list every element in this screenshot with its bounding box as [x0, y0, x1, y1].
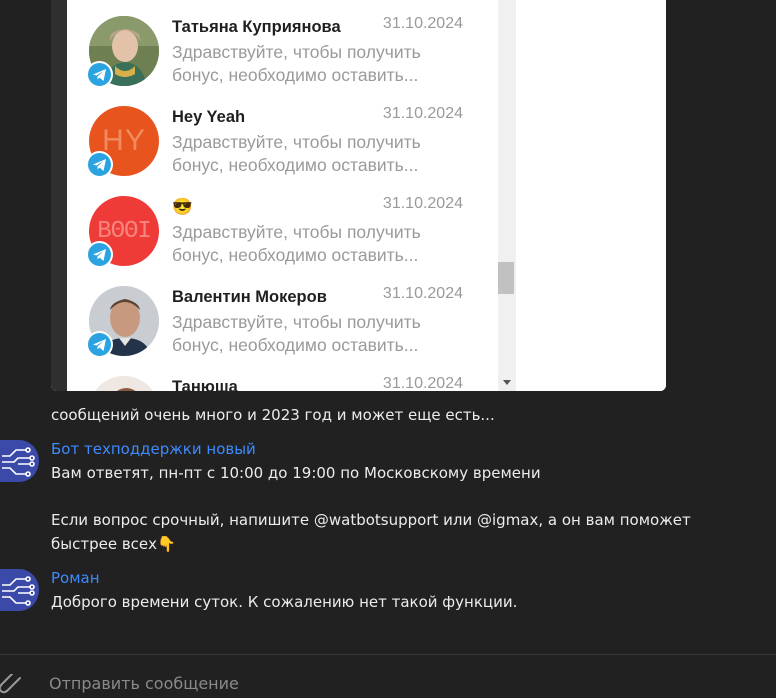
- chat-date: 31.10.2024: [382, 15, 463, 32]
- message-text: Доброго времени суток. К сожалению нет т…: [51, 593, 518, 611]
- composer-divider: [0, 654, 776, 655]
- chat-name: Татьяна Куприянова: [172, 18, 341, 36]
- avatar-initials: ΒΘΘΙ: [97, 217, 152, 245]
- telegram-icon: [86, 331, 113, 358]
- chat-list-item: ΒΘΘΙ 😎 31.10.2024 Здравствуйте, чтобы по…: [67, 180, 498, 270]
- bot-avatar[interactable]: [0, 440, 39, 482]
- chat-name: 😎: [172, 198, 193, 216]
- chat-list-item: HY Hey Yeah 31.10.2024 Здравствуйте, что…: [67, 90, 498, 180]
- telegram-icon: [86, 151, 113, 178]
- scrollbar[interactable]: [498, 0, 516, 391]
- chat-preview: Здравствуйте, чтобы получить бонус, необ…: [172, 312, 421, 355]
- chat-list-item: Татьяна Куприянова 31.10.2024 Здравствуй…: [67, 0, 498, 90]
- scrollbar-thumb[interactable]: [498, 262, 514, 294]
- chat-date: 31.10.2024: [382, 375, 463, 391]
- paperclip-icon[interactable]: [0, 673, 24, 694]
- user-avatar[interactable]: [0, 569, 39, 611]
- chat-name: Валентин Мокеров: [172, 288, 327, 306]
- message-input[interactable]: [49, 674, 649, 693]
- chat-preview: Здравствуйте, чтобы получить бонус, необ…: [172, 132, 421, 175]
- chat-date: 31.10.2024: [382, 195, 463, 212]
- scroll-down-arrow-icon[interactable]: [503, 380, 511, 385]
- telegram-icon: [86, 241, 113, 268]
- bot-circuit-icon: [2, 447, 35, 477]
- message-text: Вам ответят, пн-пт с 10:00 до 19:00 по М…: [51, 464, 541, 482]
- message-author[interactable]: Роман: [51, 569, 100, 587]
- avatar-initials: HY: [102, 124, 146, 157]
- screenshot-dark-sidebar: [51, 0, 67, 391]
- message-text: быстрее всех👇: [51, 535, 176, 553]
- avatar: [89, 376, 159, 391]
- chat-name: Танюша: [172, 378, 238, 391]
- chat-list-item: Валентин Мокеров 31.10.2024 Здравствуйте…: [67, 270, 498, 360]
- attached-screenshot[interactable]: Татьяна Куприянова 31.10.2024 Здравствуй…: [51, 0, 666, 391]
- message-author[interactable]: Бот техподдержки новый: [51, 440, 256, 458]
- chat-date: 31.10.2024: [382, 105, 463, 122]
- screenshot-empty-area: [516, 0, 666, 391]
- telegram-icon: [86, 61, 113, 88]
- chat-preview: Здравствуйте, чтобы получить бонус, необ…: [172, 42, 421, 85]
- bot-circuit-icon: [2, 576, 35, 606]
- chat-date: 31.10.2024: [382, 285, 463, 302]
- chat-name: Hey Yeah: [172, 108, 246, 126]
- message-text: Если вопрос срочный, напишите @watbotsup…: [51, 511, 691, 529]
- chat-list-item: Танюша 31.10.2024: [67, 360, 498, 391]
- message-text: сообщений очень много и 2023 год и может…: [51, 406, 495, 424]
- chat-preview: Здравствуйте, чтобы получить бонус, необ…: [172, 222, 421, 265]
